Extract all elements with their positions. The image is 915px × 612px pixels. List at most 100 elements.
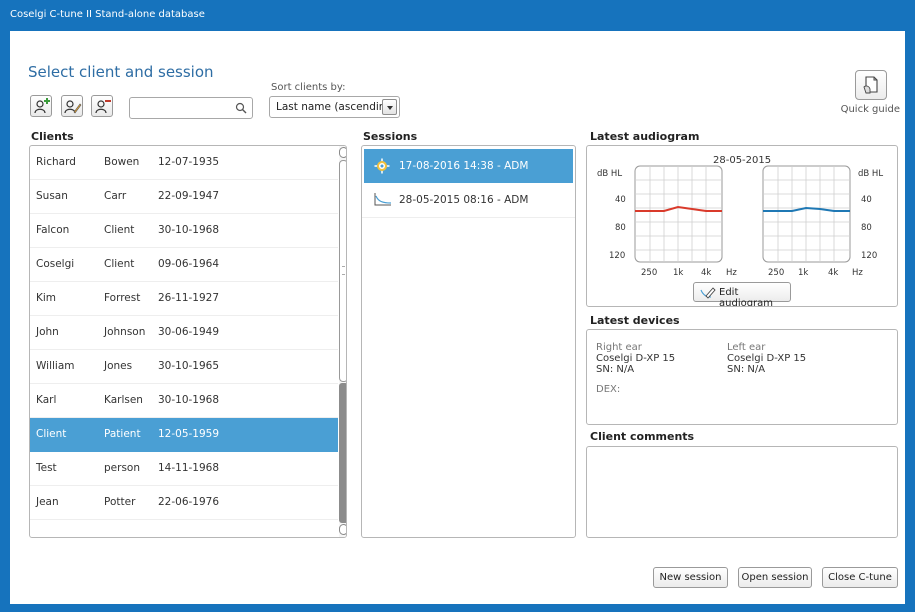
y-unit-right: dB HL <box>858 169 883 179</box>
right-ear-model: Coselgi D-XP 15 <box>596 353 676 364</box>
window-frame-right <box>905 31 915 612</box>
scrollbar-track[interactable] <box>339 383 346 523</box>
client-last-name: Forrest <box>104 292 141 304</box>
remove-client-button[interactable] <box>91 95 113 117</box>
quick-guide-button[interactable] <box>855 70 887 100</box>
audiogram-chart: 28-05-2015 dB HL dB HL 40 80 120 40 80 1… <box>597 155 883 278</box>
client-last-name: Carr <box>104 190 127 202</box>
client-first-name: John <box>36 326 59 338</box>
client-row[interactable]: Susan Carr 22-09-1947 <box>30 180 338 214</box>
x-tick-label: Hz <box>852 268 863 278</box>
y-tick-right: 80 <box>861 223 872 233</box>
client-row[interactable]: Karl Karlsen 30-10-1968 <box>30 384 338 418</box>
y-tick-left: 40 <box>615 195 626 205</box>
scroll-down-icon[interactable] <box>339 524 346 535</box>
search-icon <box>235 102 247 114</box>
client-first-name: Test <box>36 462 57 474</box>
client-birth-date: 22-09-1947 <box>158 190 220 202</box>
x-tick-label: 250 <box>641 268 657 278</box>
clients-list: Richard Bowen 12-07-1935 Susan Carr 22-09-194… <box>29 145 347 538</box>
audiogram-date: 28-05-2015 <box>713 155 771 166</box>
open-session-button[interactable]: Open session <box>738 567 812 588</box>
x-tick-label: Hz <box>726 268 737 278</box>
edit-audiogram-button[interactable]: Edit audiogram <box>693 282 791 306</box>
client-first-name: Kim <box>36 292 57 304</box>
clients-scrollbar[interactable] <box>339 146 346 537</box>
title-bar: Coselgi C-tune II Stand-alone database <box>0 0 915 31</box>
client-last-name: Client <box>104 258 135 270</box>
clients-title: Clients <box>31 130 74 143</box>
client-search-input[interactable] <box>129 97 253 119</box>
sort-selected-value: Last name (ascending) <box>276 101 397 113</box>
add-person-icon <box>34 98 50 114</box>
client-row[interactable]: Test person 14-11-1968 <box>30 452 338 486</box>
window-title: Coselgi C-tune II Stand-alone database <box>10 9 205 20</box>
quick-guide-label: Quick guide <box>840 104 900 115</box>
client-last-name: Potter <box>104 496 136 508</box>
x-tick-label: 4k <box>701 268 711 278</box>
client-row[interactable]: Jean Potter 22-06-1976 <box>30 486 338 520</box>
client-first-name: Jean <box>36 496 59 508</box>
client-birth-date: 22-06-1976 <box>158 496 220 508</box>
audiogram-panel: 28-05-2015 dB HL dB HL 40 80 120 40 80 1… <box>586 145 898 307</box>
comments-title: Client comments <box>590 430 695 443</box>
audiogram-curve-icon <box>374 193 392 206</box>
client-row[interactable]: John Johnson 30-06-1949 <box>30 316 338 350</box>
client-first-name: William <box>36 360 75 372</box>
session-divider <box>362 217 575 218</box>
client-birth-date: 30-10-1968 <box>158 224 220 236</box>
client-birth-date: 30-06-1949 <box>158 326 220 338</box>
session-label: 28-05-2015 08:16 - ADM <box>399 194 529 206</box>
edit-client-button[interactable] <box>61 95 83 117</box>
client-comments-field[interactable] <box>586 446 898 538</box>
client-first-name: Karl <box>36 394 57 406</box>
right-ear-serial: SN: N/A <box>596 364 635 375</box>
y-tick-right: 40 <box>861 195 872 205</box>
session-item[interactable]: 17-08-2016 14:38 - ADM <box>364 149 573 183</box>
right-ear-label: Right ear <box>596 342 642 353</box>
client-birth-date: 26-11-1927 <box>158 292 220 304</box>
x-tick-label: 4k <box>828 268 838 278</box>
add-client-button[interactable] <box>30 95 52 117</box>
left-ear-label: Left ear <box>727 342 766 353</box>
client-row[interactable]: William Jones 30-10-1965 <box>30 350 338 384</box>
client-first-name: Richard <box>36 156 76 168</box>
devices-title: Latest devices <box>590 314 680 327</box>
client-first-name: Falcon <box>36 224 70 236</box>
client-last-name: Johnson <box>104 326 146 338</box>
audiogram-title: Latest audiogram <box>590 130 700 143</box>
client-last-name: person <box>104 462 140 474</box>
gear-icon <box>374 158 390 174</box>
session-item[interactable]: 28-05-2015 08:16 - ADM <box>364 183 573 217</box>
document-hand-icon <box>863 76 878 94</box>
scrollbar-thumb[interactable] <box>339 160 346 382</box>
sessions-list: 17-08-2016 14:38 - ADM 28-05-2015 08:16 … <box>361 145 576 538</box>
new-session-button[interactable]: New session <box>653 567 728 588</box>
page-title: Select client and session <box>28 63 214 81</box>
client-row[interactable]: Kim Forrest 26-11-1927 <box>30 282 338 316</box>
edit-person-icon <box>64 100 82 114</box>
client-row[interactable]: Client Patient 12-05-1959 <box>30 418 338 452</box>
scroll-up-icon[interactable] <box>339 147 346 158</box>
remove-person-icon <box>95 100 111 114</box>
client-row[interactable]: Falcon Client 30-10-1968 <box>30 214 338 248</box>
client-first-name: Susan <box>36 190 68 202</box>
x-tick-label: 250 <box>768 268 784 278</box>
client-birth-date: 12-07-1935 <box>158 156 220 168</box>
client-last-name: Jones <box>104 360 133 372</box>
client-row[interactable]: Coselgi Client 09-06-1964 <box>30 248 338 282</box>
sort-select[interactable]: Last name (ascending) <box>269 96 400 118</box>
client-first-name: Client <box>36 428 67 440</box>
client-row[interactable]: Richard Bowen 12-07-1935 <box>30 146 338 180</box>
client-birth-date: 30-10-1968 <box>158 394 220 406</box>
sort-label: Sort clients by: <box>271 82 346 93</box>
close-button[interactable]: Close C-tune <box>822 567 898 588</box>
sessions-title: Sessions <box>363 130 418 143</box>
client-last-name: Karlsen <box>104 394 143 406</box>
window-frame-bottom <box>0 604 915 612</box>
client-birth-date: 30-10-1965 <box>158 360 220 372</box>
y-tick-right: 120 <box>861 251 877 261</box>
chevron-down-icon[interactable] <box>382 99 397 115</box>
y-unit-left: dB HL <box>597 169 622 179</box>
devices-panel: Right ear Coselgi D-XP 15 SN: N/A Left e… <box>586 329 898 425</box>
